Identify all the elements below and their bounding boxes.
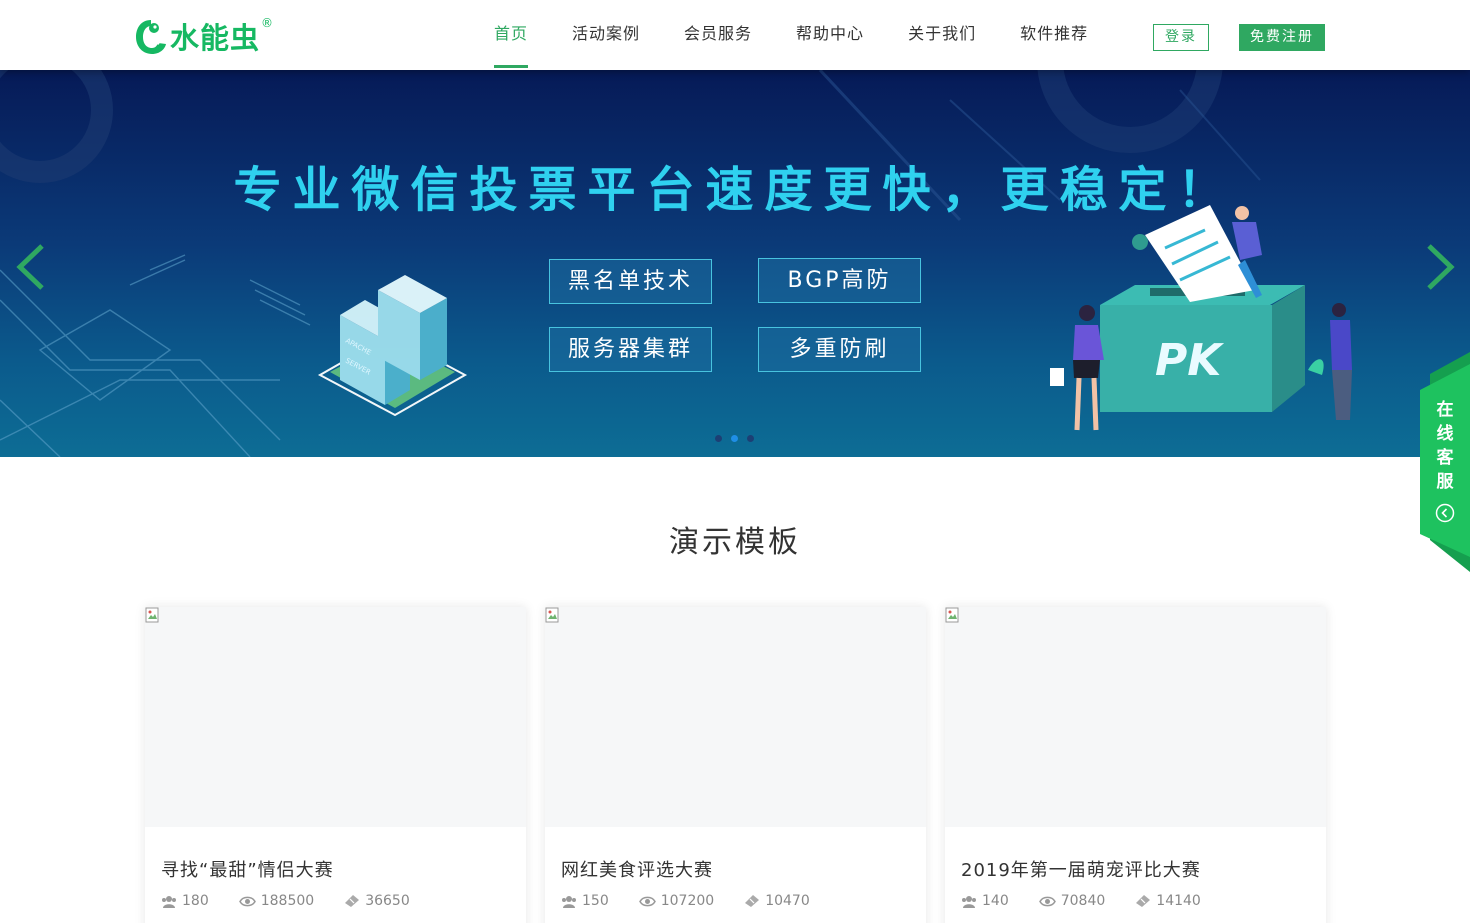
participants-count: 150 (582, 893, 609, 909)
server-illustration (317, 275, 468, 417)
votes-stat: 10470 (744, 893, 810, 909)
logo-text: 水能虫 (170, 21, 261, 55)
votes-stat: 36650 (344, 893, 410, 909)
ticket-icon (345, 895, 360, 907)
hero-banner: APACHE SERVER PK 专业微信投票平台速度更快，更稳定！ 黑名单技术… (0, 70, 1470, 457)
votes-count: 10470 (765, 893, 810, 909)
users-icon (562, 895, 576, 908)
nav-help[interactable]: 帮助中心 (796, 0, 864, 70)
card-title[interactable]: 寻找“最甜”情侣大赛 (161, 856, 334, 882)
logo[interactable]: 水能虫 ® (134, 14, 273, 58)
ticket-icon (745, 895, 760, 907)
nav-home[interactable]: 首页 (494, 0, 529, 70)
carousel-dot-2[interactable] (731, 435, 738, 442)
card-image[interactable] (545, 607, 926, 827)
template-card[interactable]: 网红美食评选大赛 150 107200 10470 (545, 607, 926, 923)
eye-icon (638, 896, 656, 906)
eye-icon (1038, 896, 1056, 906)
feature-cluster: 服务器集群 (549, 327, 712, 372)
banner-decoration: APACHE SERVER PK (0, 70, 1352, 457)
card-image[interactable] (945, 607, 1326, 827)
participants-stat: 140 (961, 893, 1009, 909)
logo-bug-icon (136, 20, 166, 54)
nav-software[interactable]: 软件推荐 (1020, 0, 1088, 70)
participants-stat: 150 (561, 893, 609, 909)
card-title[interactable]: 2019年第一届萌宠评比大赛 (961, 856, 1201, 882)
chevron-right-icon[interactable] (1423, 242, 1457, 292)
broken-image-icon (945, 607, 959, 623)
carousel-dot-3[interactable] (747, 435, 754, 442)
users-icon (962, 895, 976, 908)
banner-headline: 专业微信投票平台速度更快，更稳定！ (233, 162, 1237, 218)
eye-icon (238, 896, 256, 906)
feature-blacklist: 黑名单技术 (549, 259, 712, 304)
card-image[interactable] (145, 607, 526, 827)
views-count: 70840 (1060, 893, 1106, 909)
ticket-icon (1136, 895, 1151, 907)
card-stats: 140 70840 14140 (961, 893, 1231, 909)
feature-anti-fraud: 多重防刷 (758, 327, 921, 372)
online-service-tab[interactable]: 在 线 客 服 (1420, 352, 1470, 572)
service-label: 在 线 客 服 (1436, 400, 1454, 492)
nav-cases[interactable]: 活动案例 (572, 0, 640, 70)
card-stats: 150 107200 10470 (561, 893, 840, 909)
card-title[interactable]: 网红美食评选大赛 (561, 856, 713, 882)
votes-count: 36650 (365, 893, 410, 909)
ballot-box-label: PK (1155, 335, 1224, 386)
login-button[interactable]: 登录 (1153, 24, 1209, 51)
card-stats: 180 188500 36650 (161, 893, 440, 909)
nav-about[interactable]: 关于我们 (908, 0, 976, 70)
template-card[interactable]: 2019年第一届萌宠评比大赛 140 70840 14140 (945, 607, 1326, 923)
participants-count: 140 (982, 893, 1009, 909)
votes-count: 14140 (1156, 893, 1201, 909)
main-nav: 首页 活动案例 会员服务 帮助中心 关于我们 软件推荐 (494, 0, 1132, 70)
views-stat: 70840 (1038, 893, 1106, 909)
carousel-dot-1[interactable] (715, 435, 722, 442)
registered-mark: ® (261, 16, 274, 30)
votes-stat: 14140 (1135, 893, 1201, 909)
participants-count: 180 (182, 893, 209, 909)
site-header: 水能虫 ® 首页 活动案例 会员服务 帮助中心 关于我们 软件推荐 登录 免费注… (0, 0, 1470, 70)
section-title: 演示模板 (669, 525, 801, 560)
views-count: 107200 (660, 893, 715, 909)
views-stat: 107200 (638, 893, 715, 909)
feature-bgp: BGP高防 (758, 258, 921, 303)
nav-membership[interactable]: 会员服务 (684, 0, 752, 70)
broken-image-icon (145, 607, 159, 623)
participants-stat: 180 (161, 893, 209, 909)
broken-image-icon (545, 607, 559, 623)
carousel-dots (715, 435, 763, 442)
users-icon (162, 895, 176, 908)
register-button[interactable]: 免费注册 (1239, 24, 1325, 51)
views-count: 188500 (260, 893, 315, 909)
template-card[interactable]: 寻找“最甜”情侣大赛 180 188500 36650 (145, 607, 526, 923)
views-stat: 188500 (238, 893, 315, 909)
chevron-left-circle-icon[interactable] (1435, 503, 1455, 523)
chevron-left-icon[interactable] (14, 242, 48, 292)
